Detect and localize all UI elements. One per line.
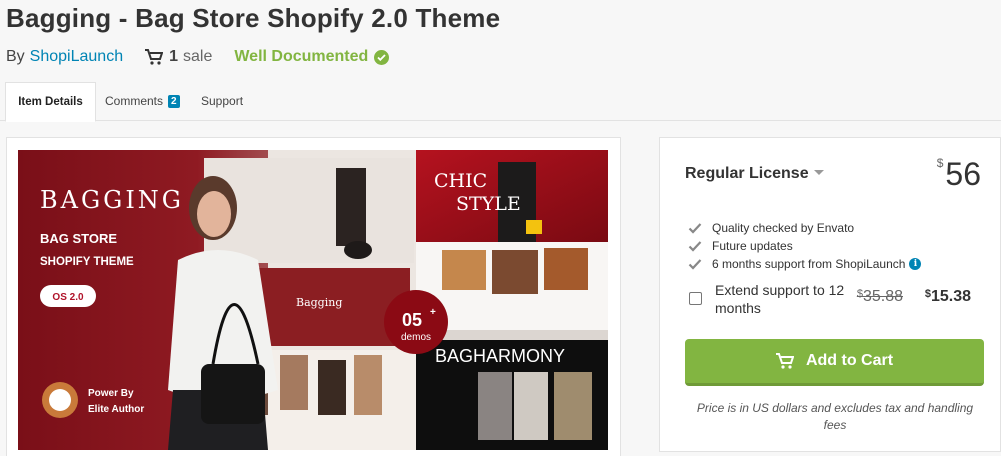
checkmark-icon <box>688 259 702 270</box>
add-to-cart-button[interactable]: Add to Cart <box>685 339 984 386</box>
mini-brand-text: Bagging <box>296 296 342 309</box>
feature-item: Future updates <box>688 237 921 255</box>
item-tabs: Item Details Comments 2 Support <box>0 82 1001 122</box>
license-selector[interactable]: Regular License <box>685 165 824 183</box>
elite-author-text: Elite Author <box>88 404 144 415</box>
old-support-price: $35.88 <box>857 288 903 306</box>
power-by-text: Power By <box>88 388 134 399</box>
by-label: By <box>6 48 25 65</box>
new-price-value: 15.38 <box>930 288 971 305</box>
info-icon[interactable]: i <box>909 258 922 270</box>
add-to-cart-label: Add to Cart <box>805 352 894 369</box>
item-page: Bagging - Bag Store Shopify 2.0 Theme By… <box>0 0 1001 456</box>
license-features: Quality checked by Envato Future updates… <box>688 219 922 273</box>
cart-icon <box>145 49 164 65</box>
sales-count: 1 <box>169 48 178 65</box>
old-price-value: 35.88 <box>862 288 903 305</box>
comments-count-badge: 2 <box>168 95 180 108</box>
tab-comments-label: Comments <box>105 94 164 108</box>
demos-plus-text: + <box>430 307 436 318</box>
cart-icon <box>775 353 794 369</box>
tab-item-details[interactable]: Item Details <box>5 82 96 122</box>
extend-support-checkbox[interactable] <box>689 292 702 305</box>
checkmark-icon <box>688 223 702 234</box>
preview-graphic: BAGGING BAG STORE SHOPIFY THEME OS 2.0 P… <box>18 150 608 450</box>
new-support-price: $15.38 <box>925 288 971 306</box>
extend-support-option: Extend support to 12 months $35.88 $15.3… <box>689 281 989 317</box>
price-note: Price is in US dollars and excludes tax … <box>696 401 974 432</box>
caret-down-icon <box>813 170 824 175</box>
harmony-text: BAGHARMONY <box>435 346 565 366</box>
price-value: 56 <box>945 156 981 192</box>
well-documented-label: Well Documented <box>234 48 369 65</box>
feature-label: Quality checked by Envato <box>712 221 855 235</box>
page-title: Bagging - Bag Store Shopify 2.0 Theme <box>6 3 501 33</box>
tab-comments[interactable]: Comments 2 <box>105 82 180 121</box>
preview-image[interactable]: BAGGING BAG STORE SHOPIFY THEME OS 2.0 P… <box>18 150 608 450</box>
feature-label: Future updates <box>712 239 793 253</box>
preview-panel: BAGGING BAG STORE SHOPIFY THEME OS 2.0 P… <box>6 137 621 456</box>
brand-text: BAGGING <box>40 186 184 214</box>
demos-number-text: 05 <box>402 310 422 330</box>
chic-text: CHIC <box>434 170 487 192</box>
license-price: $56 <box>937 156 981 193</box>
demos-label-text: demos <box>401 332 431 343</box>
price-currency: $ <box>936 156 944 170</box>
license-title: Regular License <box>685 165 809 182</box>
author-link[interactable]: ShopiLaunch <box>30 48 123 66</box>
feature-item: 6 months support from ShopiLaunch i <box>688 255 922 273</box>
feature-item: Quality checked by Envato <box>688 219 921 237</box>
license-panel: Regular License $56 Quality checked by E… <box>659 137 1001 452</box>
check-circle-icon <box>374 49 390 65</box>
sales-label: sale <box>183 48 213 65</box>
checkmark-icon <box>688 241 702 252</box>
shopify-theme-text: SHOPIFY THEME <box>40 256 134 268</box>
item-meta: By ShopiLaunch 1 sale Well Documented <box>6 46 390 68</box>
os-badge-text: OS 2.0 <box>52 292 84 303</box>
feature-label: 6 months support from ShopiLaunch <box>712 257 906 271</box>
extend-support-label: Extend support to 12 months <box>715 282 845 316</box>
tab-support[interactable]: Support <box>201 82 243 121</box>
bag-store-text: BAG STORE <box>40 231 117 246</box>
style-text: STYLE <box>456 193 521 215</box>
